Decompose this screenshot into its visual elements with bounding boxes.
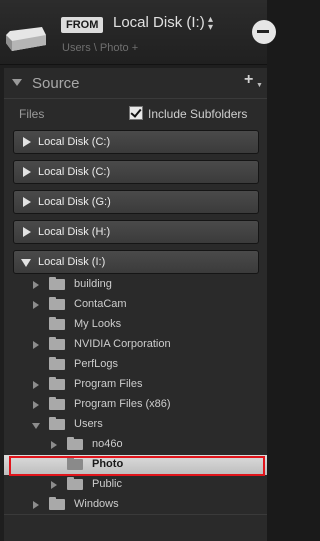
chevron-updown-icon[interactable]: ▴ ▾	[208, 15, 213, 33]
folder-row-program-files[interactable]: Program Files	[4, 375, 267, 395]
volume-label: Local Disk (H:)	[38, 226, 111, 238]
folder-icon	[49, 357, 65, 370]
folder-label: Users	[74, 418, 103, 430]
divider	[4, 514, 267, 515]
volume-label: Local Disk (C:)	[38, 136, 111, 148]
folder-row-contacam[interactable]: ContaCam	[4, 295, 267, 315]
folder-row-my-looks[interactable]: My Looks	[4, 315, 267, 335]
folder-label: building	[74, 278, 112, 290]
folder-row-public[interactable]: Public	[4, 475, 267, 495]
volume-i[interactable]: Local Disk (I:)	[13, 250, 259, 274]
volume-label: Local Disk (C:)	[38, 166, 111, 178]
volume-label: Local Disk (G:)	[38, 196, 111, 208]
folder-icon	[49, 297, 65, 310]
source-volume-selector[interactable]: Local Disk (I:)	[113, 14, 205, 31]
folder-row-program-files-x86[interactable]: Program Files (x86)	[4, 395, 267, 415]
panel-header[interactable]: Source + ▼	[4, 68, 267, 99]
volume-h[interactable]: Local Disk (H:)	[13, 220, 259, 244]
folder-icon	[67, 477, 83, 490]
files-label: Files	[19, 107, 45, 121]
folder-label: ContaCam	[74, 298, 127, 310]
folder-icon	[49, 417, 65, 430]
folder-row-building[interactable]: building	[4, 275, 267, 295]
expand-triangle-icon[interactable]	[23, 227, 31, 237]
volume-label: Local Disk (I:)	[38, 256, 106, 268]
include-subfolders-label[interactable]: Include Subfolders	[148, 107, 247, 121]
remove-icon[interactable]	[252, 20, 276, 44]
folder-label: Program Files (x86)	[74, 398, 171, 410]
collapse-triangle-icon[interactable]	[32, 423, 40, 429]
collapse-triangle-icon[interactable]	[12, 79, 22, 86]
import-window: FROM Local Disk (I:) ▴ ▾ Users \ Photo + …	[0, 0, 276, 541]
expand-triangle-icon[interactable]	[33, 301, 39, 309]
breadcrumb: Users \ Photo +	[62, 42, 139, 54]
folder-row-windows[interactable]: Windows	[4, 495, 267, 515]
expand-triangle-icon[interactable]	[51, 441, 57, 449]
folder-icon	[49, 337, 65, 350]
volume-c-2[interactable]: Local Disk (C:)	[13, 160, 259, 184]
folder-icon	[49, 397, 65, 410]
from-badge: FROM	[61, 17, 104, 33]
folder-label: Public	[92, 478, 122, 490]
expand-triangle-icon[interactable]	[33, 381, 39, 389]
folder-label: no46o	[92, 438, 123, 450]
folder-label: PerfLogs	[74, 358, 119, 370]
hard-drive-icon	[6, 27, 46, 51]
folder-icon	[49, 497, 65, 510]
source-panel: Source + ▼ Files Include Subfolders Loca…	[4, 68, 267, 541]
folder-icon	[49, 277, 65, 290]
expand-triangle-icon[interactable]	[23, 197, 31, 207]
panel-title: Source	[32, 75, 80, 92]
expand-triangle-icon[interactable]	[23, 167, 31, 177]
folder-label: NVIDIA Corporation	[74, 338, 171, 350]
volume-c[interactable]: Local Disk (C:)	[13, 130, 259, 154]
folder-row-users[interactable]: Users	[4, 415, 267, 435]
include-subfolders-checkbox[interactable]	[129, 106, 143, 120]
chevron-down-icon[interactable]: ▼	[256, 82, 263, 89]
folder-icon	[49, 317, 65, 330]
folder-label: Program Files	[74, 378, 143, 390]
collapse-triangle-icon[interactable]	[21, 259, 31, 267]
folder-label: Windows	[74, 498, 119, 510]
add-source-button[interactable]: +	[244, 71, 253, 89]
folder-row-no46o[interactable]: no46o	[4, 435, 267, 455]
expand-triangle-icon[interactable]	[33, 401, 39, 409]
folder-icon	[49, 377, 65, 390]
volume-g[interactable]: Local Disk (G:)	[13, 190, 259, 214]
expand-triangle-icon[interactable]	[33, 341, 39, 349]
source-header: FROM Local Disk (I:) ▴ ▾ Users \ Photo +	[0, 0, 276, 65]
selection-highlight-outline	[9, 456, 265, 476]
folder-label: My Looks	[74, 318, 122, 330]
expand-triangle-icon[interactable]	[33, 281, 39, 289]
folder-row-nvidia[interactable]: NVIDIA Corporation	[4, 335, 267, 355]
expand-triangle-icon[interactable]	[51, 481, 57, 489]
expand-triangle-icon[interactable]	[33, 501, 39, 509]
folder-row-perflogs[interactable]: PerfLogs	[4, 355, 267, 375]
expand-triangle-icon[interactable]	[23, 137, 31, 147]
folder-icon	[67, 437, 83, 450]
